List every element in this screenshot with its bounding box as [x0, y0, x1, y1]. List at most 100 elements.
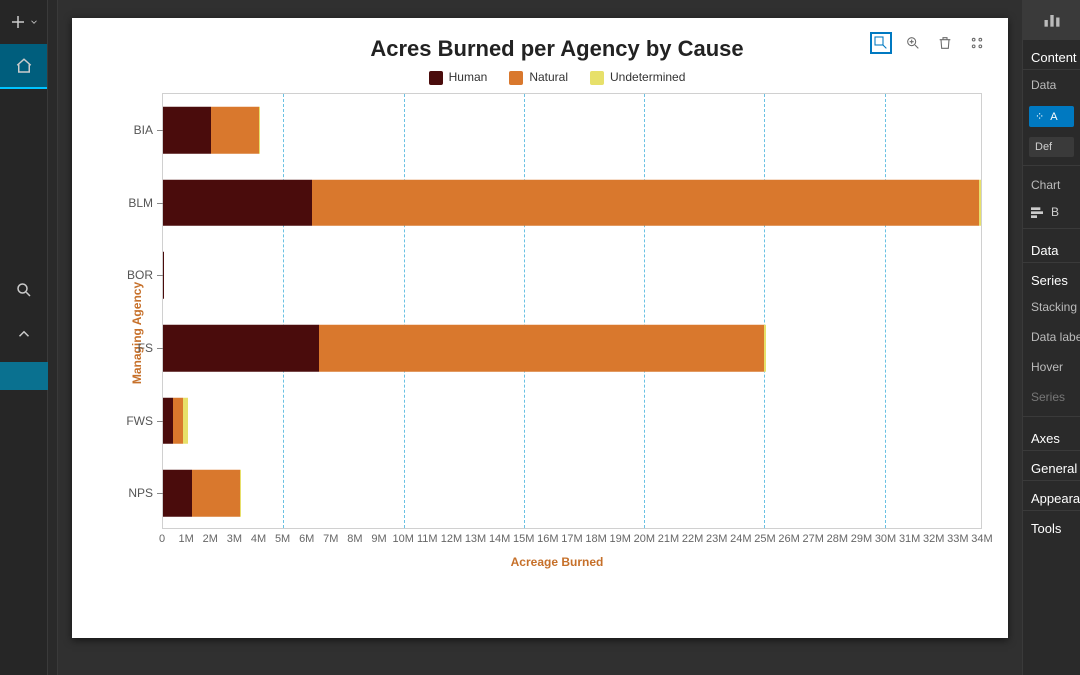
x-tick-label: 0 — [159, 533, 165, 545]
active-page-indicator[interactable] — [0, 362, 48, 390]
general-section-header[interactable]: General — [1023, 451, 1080, 481]
x-tick-label: 23M — [706, 533, 727, 545]
bar-stack[interactable] — [163, 470, 981, 517]
properties-panel: Content Data ⁘ A Def Chart B Data Series… — [1022, 0, 1080, 675]
y-tick-label: BOR — [127, 268, 153, 282]
bar-segment[interactable] — [979, 180, 981, 227]
bar-stack[interactable] — [163, 252, 981, 299]
add-button[interactable] — [0, 0, 47, 44]
tools-section-header[interactable]: Tools — [1023, 511, 1080, 540]
data-header: Data — [1023, 70, 1080, 100]
x-tick-label: 4M — [251, 533, 266, 545]
zoom-in-icon — [905, 35, 921, 51]
layer-chip[interactable]: ⁘ A — [1029, 106, 1074, 127]
selection-icon — [873, 35, 889, 51]
data-section-header[interactable]: Data — [1023, 233, 1080, 263]
left-toolbar — [0, 0, 48, 675]
definition-pill[interactable]: Def — [1029, 137, 1074, 157]
bar-stack[interactable] — [163, 107, 981, 154]
bar-segment[interactable] — [312, 180, 979, 227]
series-section-header[interactable]: Series — [1023, 263, 1080, 292]
bar-stack[interactable] — [163, 180, 981, 227]
selection-tool-button[interactable] — [870, 32, 892, 54]
plot-area[interactable]: BIABLMBORFSFWSNPS — [162, 93, 982, 529]
home-icon — [15, 57, 33, 75]
chart-card[interactable]: Acres Burned per Agency by Cause HumanNa… — [72, 18, 1008, 638]
bar-segment[interactable] — [163, 180, 312, 227]
category-row: NPS — [163, 457, 981, 530]
outline-panel — [48, 0, 58, 675]
series-row[interactable]: Series — [1023, 382, 1080, 412]
legend-swatch — [429, 71, 443, 85]
canvas-area: Acres Burned per Agency by Cause HumanNa… — [58, 0, 1022, 675]
x-tick-label: 11M — [417, 533, 438, 545]
x-tick-label: 10M — [392, 533, 413, 545]
y-tick-label: NPS — [128, 486, 153, 500]
zoom-tool-button[interactable] — [902, 32, 924, 54]
chart-panel-tab[interactable] — [1023, 0, 1080, 40]
x-tick-label: 15M — [513, 533, 534, 545]
legend-swatch — [509, 71, 523, 85]
chevron-up-icon — [15, 325, 33, 343]
x-tick-label: 1M — [178, 533, 193, 545]
x-tick-label: 26M — [778, 533, 799, 545]
chart-type-label: B — [1051, 205, 1059, 219]
data-labels-row[interactable]: Data labels — [1023, 322, 1080, 352]
x-tick-label: 14M — [489, 533, 510, 545]
x-tick-label: 5M — [275, 533, 290, 545]
switch-view-button[interactable] — [966, 32, 988, 54]
y-axis-title: Managing Agency — [130, 282, 144, 384]
x-tick-label: 9M — [371, 533, 386, 545]
x-tick-label: 7M — [323, 533, 338, 545]
legend-item[interactable]: Undetermined — [590, 70, 685, 85]
x-tick-label: 25M — [754, 533, 775, 545]
legend-item[interactable]: Human — [429, 70, 488, 85]
scatter-icon: ⁘ — [1035, 110, 1046, 123]
bar-segment[interactable] — [211, 107, 259, 154]
bar-segment[interactable] — [173, 398, 184, 445]
stacking-row[interactable]: Stacking — [1023, 292, 1080, 322]
bar-segment[interactable] — [319, 325, 764, 372]
grid-icon — [969, 35, 985, 51]
hover-row[interactable]: Hover — [1023, 352, 1080, 382]
bar-segment[interactable] — [192, 470, 240, 517]
x-tick-label: 18M — [585, 533, 606, 545]
x-axis-ticks: 01M2M3M4M5M6M7M8M9M10M11M12M13M14M15M16M… — [162, 533, 982, 547]
legend-label: Undetermined — [610, 70, 685, 84]
x-tick-label: 30M — [875, 533, 896, 545]
x-tick-label: 17M — [561, 533, 582, 545]
legend-item[interactable]: Natural — [509, 70, 568, 85]
search-button[interactable] — [0, 268, 47, 312]
x-tick-label: 29M — [851, 533, 872, 545]
x-tick-label: 2M — [203, 533, 218, 545]
bar-stack[interactable] — [163, 325, 981, 372]
home-tab[interactable] — [0, 44, 47, 88]
bar-segment[interactable] — [764, 325, 765, 372]
bar-segment[interactable] — [240, 470, 241, 517]
bar-segment[interactable] — [183, 398, 188, 445]
legend-label: Natural — [529, 70, 568, 84]
collapse-button[interactable] — [0, 312, 47, 356]
bar-segment[interactable] — [163, 325, 319, 372]
chart-toolbar — [870, 32, 988, 54]
appearance-section-header[interactable]: Appearance — [1023, 481, 1080, 511]
bar-segment[interactable] — [163, 398, 173, 445]
bar-segment[interactable] — [163, 470, 192, 517]
category-row: BIA — [163, 94, 981, 167]
category-row: FWS — [163, 384, 981, 457]
chart-type-selector[interactable]: B — [1023, 200, 1080, 224]
chart-legend: Human Natural Undetermined — [132, 70, 982, 85]
axes-section-header[interactable]: Axes — [1023, 421, 1080, 451]
x-tick-label: 20M — [634, 533, 655, 545]
y-tick-label: BIA — [134, 123, 153, 137]
x-tick-label: 22M — [682, 533, 703, 545]
clear-selection-button[interactable] — [934, 32, 956, 54]
x-tick-label: 16M — [537, 533, 558, 545]
x-axis-title: Acreage Burned — [132, 555, 982, 569]
category-row: BOR — [163, 239, 981, 312]
y-tick-label: BLM — [128, 196, 153, 210]
bar-stack[interactable] — [163, 398, 981, 445]
x-tick-label: 12M — [441, 533, 462, 545]
bar-segment[interactable] — [163, 107, 211, 154]
x-tick-label: 21M — [658, 533, 679, 545]
